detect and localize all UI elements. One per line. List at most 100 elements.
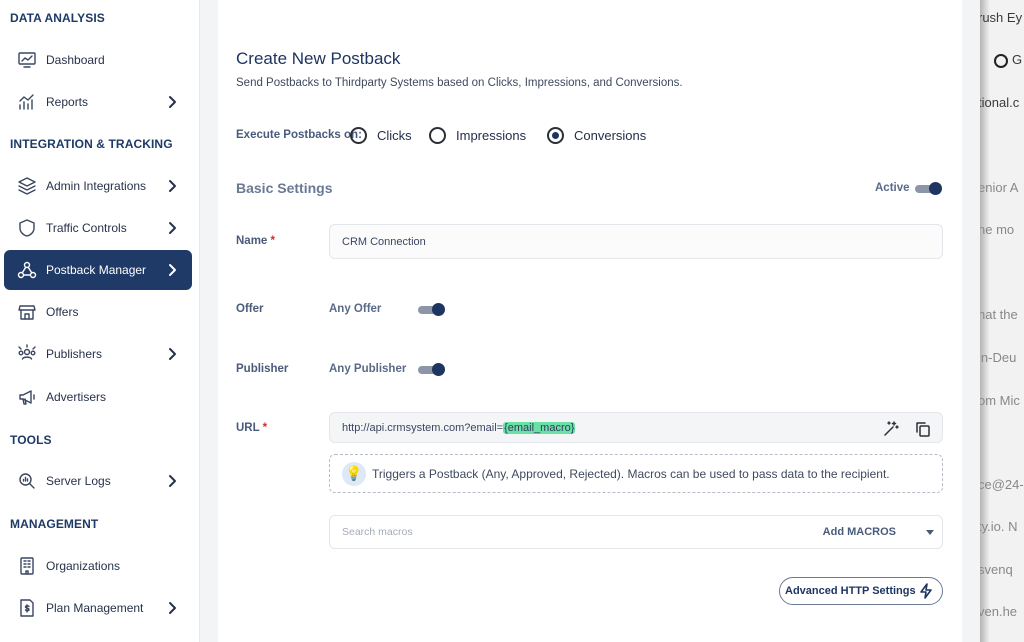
postback-hint: 💡 Triggers a Postback (Any, Approved, Re… [329, 454, 943, 493]
sidebar-item-label: Admin Integrations [46, 179, 147, 193]
execute-on-label: Execute Postbacks on: [236, 129, 362, 141]
radio-conversions[interactable]: Conversions [547, 127, 646, 144]
radio-circle[interactable] [350, 127, 367, 144]
radio-impressions[interactable]: Impressions [429, 127, 526, 144]
copy-icon[interactable] [914, 420, 932, 438]
name-label: Name * [236, 235, 275, 247]
bg-fragment: ne mo [980, 222, 1015, 237]
chevron-right-icon [164, 220, 180, 236]
required-mark: * [270, 235, 276, 247]
webhook-icon [16, 259, 38, 281]
sidebar-item-label: Publishers [46, 347, 103, 361]
bg-fragment: ven.he [980, 604, 1018, 619]
bg-fragment: om Mic [980, 393, 1020, 408]
radio-label: Impressions [456, 128, 527, 143]
sidebar-item-plan-management[interactable]: Plan Management [4, 588, 192, 628]
main-area: Create New Postback Send Postbacks to Th… [200, 0, 980, 642]
layers-icon [16, 175, 38, 197]
url-label: URL * [236, 422, 267, 434]
bg-fragment: svenq [980, 562, 1013, 577]
publisher-toggle[interactable] [418, 363, 445, 376]
magic-wand-icon[interactable] [882, 420, 900, 438]
chevron-right-icon [164, 262, 180, 278]
sidebar-item-offers[interactable]: Offers [4, 292, 192, 332]
add-macros-button[interactable]: Add MACROS [823, 526, 896, 538]
sidebar-item-postback-manager[interactable]: Postback Manager [4, 250, 192, 290]
bg-fragment: G [994, 52, 1023, 68]
search-chart-icon [16, 470, 38, 492]
users-icon [16, 343, 38, 365]
bg-fragment: nat the [980, 307, 1018, 322]
active-label: Active [875, 182, 910, 194]
reports-icon [16, 91, 38, 113]
bg-fragment: ce@24- [980, 477, 1024, 492]
publisher-label: Publisher [236, 363, 289, 375]
sidebar-item-publishers[interactable]: Publishers [4, 334, 192, 374]
sidebar-item-label: Plan Management [46, 601, 144, 615]
invoice-icon [16, 597, 38, 619]
active-toggle[interactable] [915, 182, 942, 195]
url-label-text: URL [236, 422, 260, 434]
url-macro-chip[interactable]: {email_macro} [503, 421, 576, 434]
megaphone-icon [16, 386, 38, 408]
sidebar: DATA ANALYSIS Dashboard Reports INTEGRAT… [0, 0, 200, 642]
hint-text: Triggers a Postback (Any, Approved, Reje… [372, 466, 890, 481]
bg-fragment-text: G [1012, 52, 1023, 67]
radio-circle[interactable] [429, 127, 446, 144]
toggle-knob [432, 303, 445, 316]
bg-fragment: in-Deu [980, 350, 1017, 365]
sidebar-item-label: Dashboard [46, 53, 105, 67]
chevron-right-icon [164, 600, 180, 616]
radio-circle-selected[interactable] [547, 127, 564, 144]
sidebar-item-traffic-controls[interactable]: Traffic Controls [4, 208, 192, 248]
chevron-right-icon [164, 473, 180, 489]
toggle-knob [929, 182, 942, 195]
sidebar-item-dashboard[interactable]: Dashboard [4, 40, 192, 80]
section-tools: TOOLS [10, 433, 52, 447]
bg-fragment: tional.c [980, 95, 1020, 110]
sidebar-item-advertisers[interactable]: Advertisers [4, 377, 192, 417]
section-data-analysis: DATA ANALYSIS [10, 11, 105, 25]
app-icon [994, 53, 1008, 68]
sidebar-item-label: Postback Manager [46, 263, 147, 277]
background-window: rush Ey G tional.c enior A ne mo nat the… [980, 0, 1024, 642]
macros-search[interactable]: Search macros Add MACROS [329, 515, 943, 549]
sidebar-item-admin-integrations[interactable]: Admin Integrations [4, 166, 192, 206]
chevron-right-icon [164, 94, 180, 110]
radio-label: Clicks [377, 128, 412, 143]
name-input[interactable]: CRM Connection [329, 224, 943, 259]
sidebar-item-label: Reports [46, 95, 89, 109]
bg-fragment: rush Ey [980, 10, 1023, 25]
offer-value: Any Offer [329, 303, 382, 315]
sidebar-item-label: Organizations [46, 559, 121, 573]
sidebar-item-label: Server Logs [46, 474, 111, 488]
section-integration: INTEGRATION & TRACKING [10, 137, 173, 151]
store-icon [16, 301, 38, 323]
sidebar-item-label: Offers [46, 305, 79, 319]
bg-fragment: enior A [980, 180, 1019, 195]
bg-fragment: ty.io. N [980, 519, 1018, 534]
dashboard-icon [16, 49, 38, 71]
page-subtitle: Send Postbacks to Thirdparty Systems bas… [236, 77, 683, 89]
postback-form-card: Create New Postback Send Postbacks to Th… [218, 0, 962, 642]
url-prefix: http://api.crmsystem.com?email= [342, 421, 504, 434]
chevron-right-icon [164, 346, 180, 362]
advanced-http-settings-button[interactable]: Advanced HTTP Settings [779, 577, 943, 605]
chevron-right-icon [164, 178, 180, 194]
page-title: Create New Postback [236, 49, 401, 68]
offer-toggle[interactable] [418, 303, 445, 316]
sidebar-item-label: Advertisers [46, 390, 107, 404]
sidebar-item-reports[interactable]: Reports [4, 82, 192, 122]
sidebar-item-server-logs[interactable]: Server Logs [4, 461, 192, 501]
sidebar-item-label: Traffic Controls [46, 221, 127, 235]
radio-clicks[interactable]: Clicks [350, 127, 412, 144]
shield-icon [16, 217, 38, 239]
lightning-icon [920, 583, 932, 599]
chevron-down-icon[interactable] [926, 530, 934, 535]
url-input[interactable]: http://api.crmsystem.com?email= {email_ma… [329, 412, 943, 443]
macros-search-placeholder: Search macros [342, 526, 413, 538]
section-management: MANAGEMENT [10, 517, 99, 531]
name-value: CRM Connection [342, 235, 426, 248]
lightbulb-icon: 💡 [342, 461, 366, 486]
sidebar-item-organizations[interactable]: Organizations [4, 546, 192, 586]
